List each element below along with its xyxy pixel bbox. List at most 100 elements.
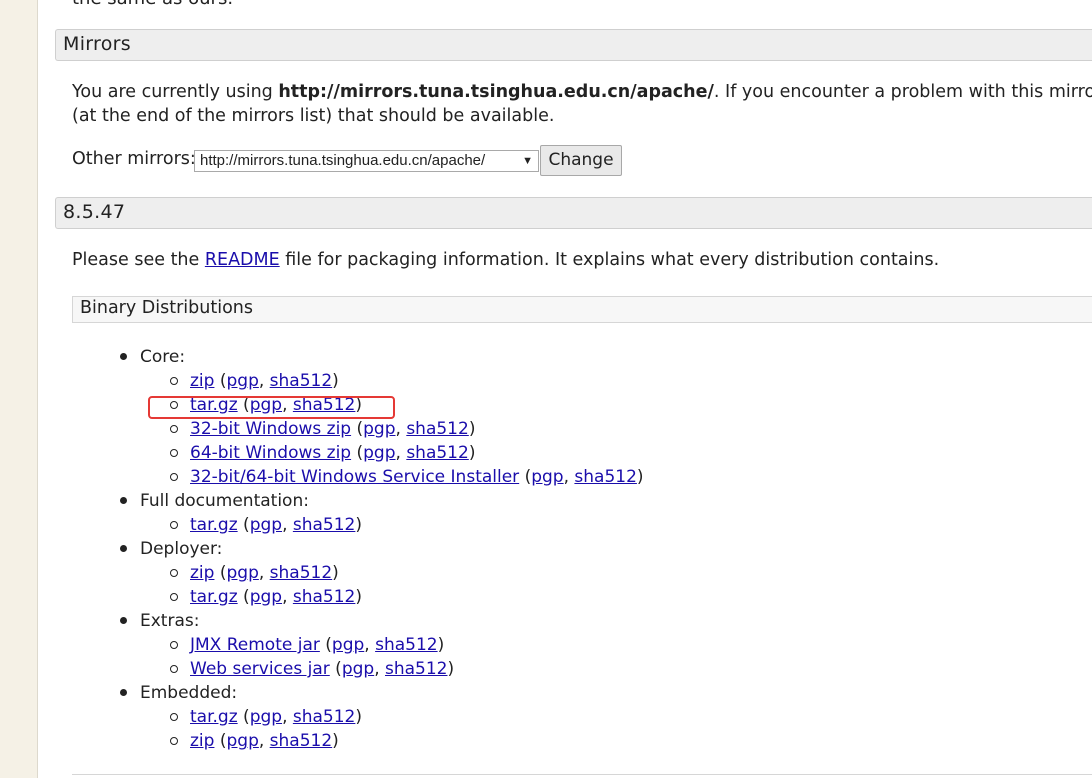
circle-bullet-icon [170, 737, 178, 745]
readme-suffix: file for packaging information. It expla… [279, 250, 940, 270]
bullet-icon [120, 497, 127, 504]
pgp-link[interactable]: pgp [250, 587, 282, 607]
cut-off-text: the same as ours. [72, 0, 233, 9]
download-link[interactable]: zip [190, 563, 214, 583]
sha512-link[interactable]: sha512 [385, 659, 448, 679]
circle-bullet-icon [170, 377, 178, 385]
pgp-link[interactable]: pgp [226, 731, 258, 751]
bullet-icon [120, 617, 127, 624]
bullet-icon [120, 353, 127, 360]
punct-comma: , [563, 467, 575, 487]
pgp-link[interactable]: pgp [250, 515, 282, 535]
distribution-group: Extras: [120, 609, 200, 633]
readme-link[interactable]: README [205, 250, 280, 270]
download-link[interactable]: tar.gz [190, 587, 238, 607]
readme-prefix: Please see the [72, 250, 205, 270]
mirror-text-suffix: . If you encounter a problem with this m… [713, 82, 1092, 102]
pgp-link[interactable]: pgp [363, 419, 395, 439]
sha512-link[interactable]: sha512 [270, 371, 333, 391]
sha512-link[interactable]: sha512 [293, 707, 356, 727]
circle-bullet-icon [170, 593, 178, 601]
group-label: Core: [140, 347, 186, 367]
punct-comma: , [364, 635, 376, 655]
sha512-link[interactable]: sha512 [574, 467, 637, 487]
download-link[interactable]: zip [190, 371, 214, 391]
sha512-link[interactable]: sha512 [293, 587, 356, 607]
download-link[interactable]: JMX Remote jar [190, 635, 320, 655]
group-label: Embedded: [140, 683, 238, 703]
group-label: Extras: [140, 611, 200, 631]
distribution-group: Deployer: [120, 537, 223, 561]
punct-close: ) [468, 419, 476, 439]
binary-distributions-title: Binary Distributions [80, 298, 254, 318]
group-label: Deployer: [140, 539, 223, 559]
pgp-link[interactable]: pgp [332, 635, 364, 655]
version-section-header: 8.5.47 [55, 197, 1092, 229]
sha512-link[interactable]: sha512 [406, 419, 469, 439]
punct-open: ( [214, 731, 227, 751]
distribution-item: 32-bit/64-bit Windows Service Installer … [170, 465, 644, 489]
download-link[interactable]: tar.gz [190, 707, 238, 727]
highlight-box [148, 396, 395, 419]
sha512-link[interactable]: sha512 [406, 443, 469, 463]
mirror-text-line2: (at the end of the mirrors list) that sh… [72, 106, 555, 126]
distribution-item: tar.gz (pgp, sha512) [170, 513, 363, 537]
punct-open: ( [319, 635, 332, 655]
distribution-item: tar.gz (pgp, sha512) [170, 585, 362, 609]
distribution-group: Core: [120, 345, 186, 369]
punct-comma: , [395, 419, 407, 439]
circle-bullet-icon [170, 665, 178, 673]
punct-comma: , [258, 371, 270, 391]
pgp-link[interactable]: pgp [531, 467, 563, 487]
current-mirror-text: You are currently using http://mirrors.t… [72, 80, 1092, 104]
punct-open: ( [351, 443, 364, 463]
punct-open: ( [214, 563, 227, 583]
pgp-link[interactable]: pgp [226, 371, 258, 391]
group-label: Full documentation: [140, 491, 309, 511]
mirror-select[interactable]: http://mirrors.tuna.tsinghua.edu.cn/apac… [194, 150, 539, 172]
sha512-link[interactable]: sha512 [375, 635, 438, 655]
distribution-item: 32-bit Windows zip (pgp, sha512) [170, 417, 476, 441]
circle-bullet-icon [170, 473, 178, 481]
bullet-icon [120, 545, 127, 552]
punct-comma: , [374, 659, 385, 679]
circle-bullet-icon [170, 521, 178, 529]
distribution-item: Web services jar (pgp, sha512) [170, 657, 455, 681]
distribution-group: Embedded: [120, 681, 238, 705]
punct-comma: , [282, 587, 293, 607]
distribution-item: zip (pgp, sha512) [170, 729, 339, 753]
download-link[interactable]: Web services jar [190, 659, 330, 679]
download-link[interactable]: zip [190, 731, 214, 751]
punct-open: ( [519, 467, 532, 487]
binary-distributions-header: Binary Distributions [72, 296, 1092, 323]
mirrors-header-title: Mirrors [63, 33, 131, 55]
pgp-link[interactable]: pgp [363, 443, 395, 463]
punct-open: ( [351, 419, 364, 439]
punct-close: ) [447, 659, 455, 679]
distribution-item: tar.gz (pgp, sha512) [170, 705, 362, 729]
readme-text: Please see the README file for packaging… [72, 248, 939, 272]
download-link[interactable]: 64-bit Windows zip [190, 443, 351, 463]
download-link[interactable]: 32-bit Windows zip [190, 419, 351, 439]
punct-close: ) [437, 635, 445, 655]
distribution-item: 64-bit Windows zip (pgp, sha512) [170, 441, 475, 465]
sha512-link[interactable]: sha512 [270, 731, 333, 751]
section-divider [72, 774, 1092, 775]
punct-open: ( [237, 587, 250, 607]
pgp-link[interactable]: pgp [342, 659, 374, 679]
punct-close: ) [355, 515, 363, 535]
punct-close: ) [636, 467, 644, 487]
sha512-link[interactable]: sha512 [270, 563, 333, 583]
version-header-title: 8.5.47 [63, 201, 126, 223]
change-mirror-button[interactable]: Change [540, 145, 622, 176]
punct-close: ) [332, 731, 339, 751]
sha512-link[interactable]: sha512 [293, 515, 356, 535]
download-link[interactable]: tar.gz [190, 515, 238, 535]
pgp-link[interactable]: pgp [250, 707, 282, 727]
download-link[interactable]: 32-bit/64-bit Windows Service Installer [190, 467, 519, 487]
punct-comma: , [395, 443, 407, 463]
mirror-select-value: http://mirrors.tuna.tsinghua.edu.cn/apac… [200, 152, 486, 169]
pgp-link[interactable]: pgp [226, 563, 258, 583]
bullet-icon [120, 689, 127, 696]
punct-open: ( [214, 371, 227, 391]
